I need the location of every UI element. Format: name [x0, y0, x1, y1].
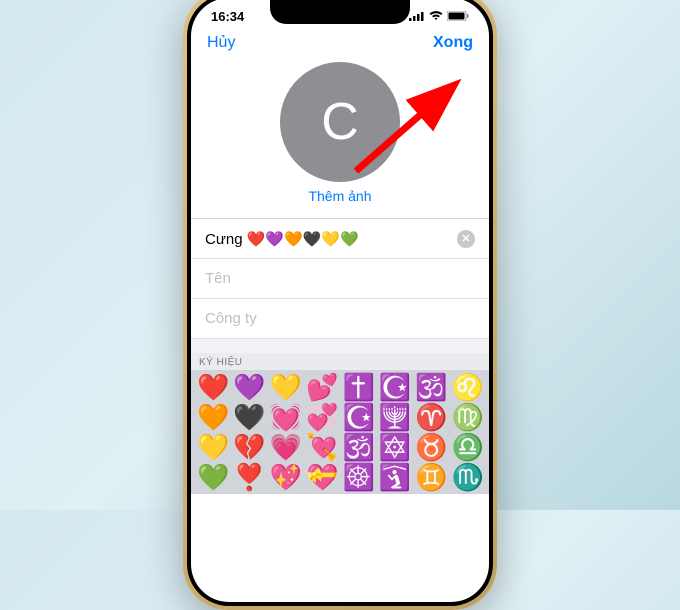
emoji-key[interactable]: 🧡 — [197, 404, 229, 430]
emoji-key[interactable]: 🔯 — [379, 434, 411, 460]
emoji-key[interactable]: 🕉️ — [343, 434, 375, 460]
emoji-key[interactable]: 💔 — [233, 434, 265, 460]
emoji-key[interactable]: ♌ — [452, 374, 484, 400]
emoji-key[interactable]: 💜 — [233, 374, 265, 400]
emoji-key[interactable]: ♎ — [452, 434, 484, 460]
avatar-letter: C — [321, 92, 359, 152]
emoji-key[interactable]: 🛐 — [379, 464, 411, 490]
emoji-key[interactable]: ✝️ — [343, 374, 375, 400]
name-field-row[interactable]: Cưng ❤️💜🧡🖤💛💚 ✕ — [191, 219, 489, 259]
emoji-key[interactable]: 💞 — [306, 404, 338, 430]
emoji-key[interactable]: ❣️ — [233, 464, 265, 490]
emoji-key[interactable]: ♊ — [415, 464, 447, 490]
emoji-key[interactable]: ❤️ — [197, 374, 229, 400]
emoji-key[interactable]: ☪️ — [343, 404, 375, 430]
add-photo-button[interactable]: Thêm ảnh — [308, 188, 371, 204]
screen: 16:34 Hủy Xong — [191, 0, 489, 602]
clear-icon[interactable]: ✕ — [457, 230, 475, 248]
notch — [270, 0, 410, 24]
emoji-key[interactable]: 💛 — [270, 374, 302, 400]
emoji-grid: ❤️💜💛💕✝️☪️🕉️♌🧡🖤💓💞☪️🕎♈♍💛💔💗💘🕉️🔯♉♎💚❣️💖💝☸️🛐♊♏ — [191, 370, 489, 494]
name-field[interactable]: Cưng ❤️💜🧡🖤💛💚 — [205, 230, 457, 248]
emoji-key[interactable]: ☪️ — [379, 374, 411, 400]
congty-field[interactable]: Công ty — [205, 310, 475, 327]
emoji-key[interactable]: 💝 — [306, 464, 338, 490]
keyboard-section-label: KÝ HIỆU — [191, 353, 489, 370]
emoji-key[interactable]: 💛 — [197, 434, 229, 460]
emoji-keyboard: KÝ HIỆU ❤️💜💛💕✝️☪️🕉️♌🧡🖤💓💞☪️🕎♈♍💛💔💗💘🕉️🔯♉♎💚❣… — [191, 353, 489, 494]
battery-icon — [447, 11, 469, 21]
phone-frame: 16:34 Hủy Xong — [183, 0, 497, 610]
emoji-key[interactable]: ☸️ — [343, 464, 375, 490]
wifi-icon — [429, 11, 443, 21]
emoji-key[interactable]: 💓 — [270, 404, 302, 430]
signal-icon — [409, 11, 425, 21]
ten-field[interactable]: Tên — [205, 270, 475, 287]
ten-field-row[interactable]: Tên — [191, 259, 489, 299]
contact-form: Cưng ❤️💜🧡🖤💛💚 ✕ Tên Công ty — [191, 218, 489, 339]
emoji-key[interactable]: ♏ — [452, 464, 484, 490]
done-button[interactable]: Xong — [433, 34, 473, 52]
status-time: 16:34 — [211, 9, 244, 24]
emoji-key[interactable]: 💗 — [270, 434, 302, 460]
contact-avatar[interactable]: C — [280, 62, 400, 182]
cancel-button[interactable]: Hủy — [207, 34, 235, 52]
emoji-key[interactable]: 🕎 — [379, 404, 411, 430]
emoji-key[interactable]: 💕 — [306, 374, 338, 400]
avatar-section: C Thêm ảnh — [191, 56, 489, 214]
congty-field-row[interactable]: Công ty — [191, 299, 489, 339]
emoji-key[interactable]: ♍ — [452, 404, 484, 430]
emoji-key[interactable]: 💖 — [270, 464, 302, 490]
nav-bar: Hủy Xong — [191, 28, 489, 56]
emoji-key[interactable]: ♉ — [415, 434, 447, 460]
emoji-key[interactable]: 💘 — [306, 434, 338, 460]
spacer — [191, 339, 489, 353]
emoji-key[interactable]: 🖤 — [233, 404, 265, 430]
emoji-key[interactable]: ♈ — [415, 404, 447, 430]
emoji-key[interactable]: 🕉️ — [415, 374, 447, 400]
emoji-key[interactable]: 💚 — [197, 464, 229, 490]
